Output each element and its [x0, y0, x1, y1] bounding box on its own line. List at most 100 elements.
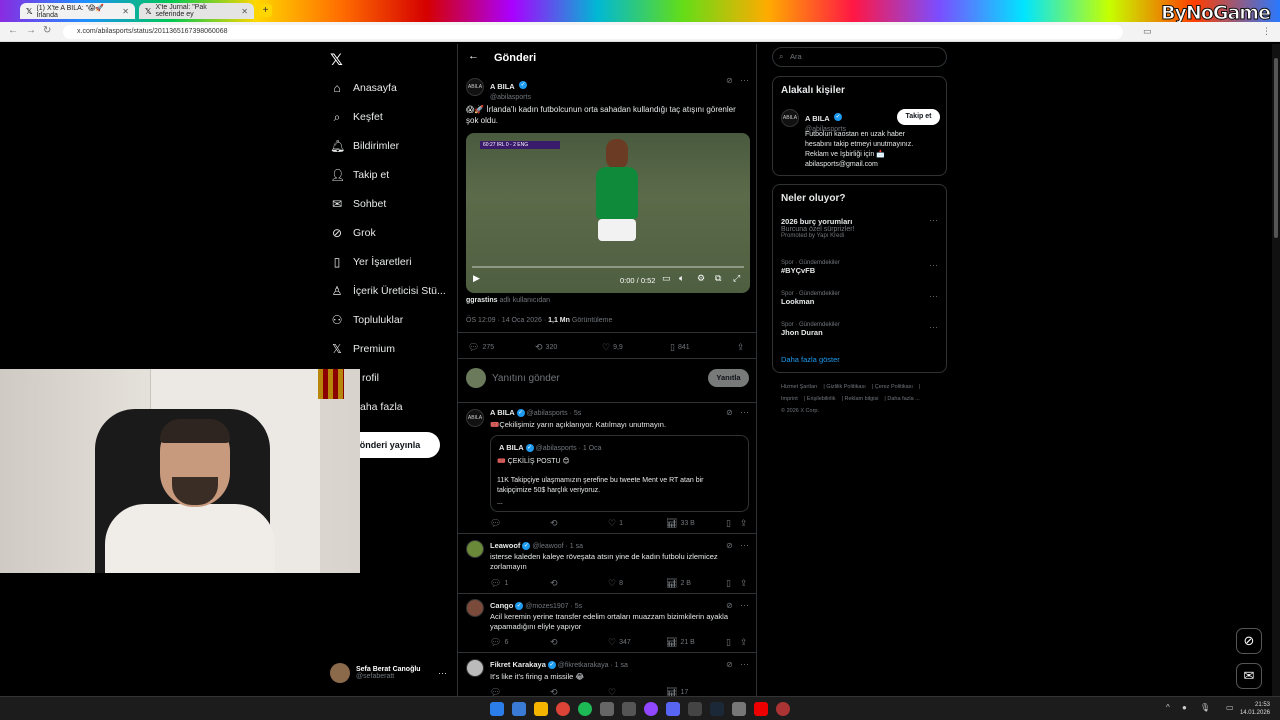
back-arrow-icon[interactable]: ← [8, 25, 18, 36]
reply-input[interactable]: Yanıtını gönder [492, 373, 560, 384]
avatar[interactable]: ABILA [466, 78, 484, 96]
footer-link[interactable]: Çerez Politikası [875, 384, 913, 390]
footer-link[interactable]: Reklam bilgisi [844, 396, 878, 402]
reply-action[interactable]: 💬︎ [490, 518, 504, 529]
post-author-block[interactable]: A BILA ✓ @abilasports [490, 76, 531, 101]
footer-link[interactable]: Gizlilik Politikası [826, 384, 865, 390]
back-arrow-icon[interactable]: ← [468, 50, 479, 62]
nav-item-bookmarks[interactable]: ▯ Yer İşaretleri [330, 252, 412, 272]
grok-icon[interactable]: ⊘ [726, 601, 733, 610]
avatar[interactable]: ABILA [466, 409, 484, 427]
nav-item-premium[interactable]: 𝕏 Premium [330, 339, 395, 359]
settings-icon[interactable]: ⚙ [697, 273, 705, 284]
bookmark-action[interactable]: ▯ [726, 518, 731, 529]
repost-action[interactable]: ⟲ [550, 637, 561, 648]
reply-action[interactable]: 💬︎ [490, 687, 501, 696]
nav-item-chat[interactable]: ✉ Sohbet [330, 194, 386, 214]
menu-icon[interactable]: ⋮ [1262, 26, 1271, 37]
app-icon[interactable] [776, 702, 790, 716]
views-action[interactable]: 📊︎ 33 B [666, 518, 695, 529]
twitch-icon[interactable] [644, 702, 658, 716]
avatar[interactable]: ABILA [781, 109, 799, 127]
account-switcher[interactable]: Sefa Berat Canoğlu @sefaberatt [330, 663, 421, 683]
views-action[interactable]: 📊︎ 21 B [666, 637, 695, 648]
like-action[interactable]: ♡ 8 [608, 578, 623, 589]
tray-app-icon[interactable]: ● [1182, 703, 1187, 712]
more-icon[interactable]: ··· [929, 260, 938, 270]
trend-item[interactable]: Spor · Gündemdekiler Lookman [781, 291, 840, 306]
grok-icon[interactable]: ⊘ [726, 408, 733, 417]
x-logo-icon[interactable]: 𝕏 [330, 50, 343, 70]
app-icon[interactable] [622, 702, 636, 716]
spotify-icon[interactable] [578, 702, 592, 716]
follow-button[interactable]: Takip et [897, 109, 940, 125]
repost-action[interactable]: ⟲ [550, 687, 558, 696]
more-icon[interactable]: ··· [740, 659, 749, 669]
avatar[interactable] [466, 659, 484, 677]
show-more-link[interactable]: Daha fazla göster [781, 355, 840, 364]
scrollbar[interactable] [1272, 44, 1280, 696]
pip-icon[interactable]: ⧉ [715, 273, 721, 284]
close-icon[interactable]: ✕ [241, 7, 248, 16]
chrome-icon[interactable] [556, 702, 570, 716]
like-action[interactable]: ♡ [608, 687, 616, 696]
bookmark-action[interactable]: ▯ 841 [670, 342, 690, 353]
tray-mic-icon[interactable]: 🎙︎ [1200, 703, 1210, 712]
network-icon[interactable]: ▭ [1226, 703, 1234, 712]
share-action[interactable]: ⇪ [740, 518, 748, 529]
steam-icon[interactable] [710, 702, 724, 716]
bookmark-action[interactable]: ▯ [726, 637, 731, 648]
search-input[interactable]: ⌕ Ara [772, 47, 947, 67]
more-icon[interactable]: ··· [740, 540, 749, 550]
repost-action[interactable]: ⟲ 320 [535, 342, 557, 353]
nav-item-profile[interactable]: rofil [362, 368, 379, 388]
bookmark-action[interactable]: ▯ [726, 578, 731, 589]
scrollbar-thumb[interactable] [1274, 58, 1278, 238]
youtube-icon[interactable] [754, 702, 768, 716]
footer-link[interactable]: Erişilebilirlik [807, 396, 836, 402]
nav-item-notifications[interactable]: 🔔︎ Bildirimler [330, 136, 399, 156]
like-action[interactable]: ♡ 1 [608, 518, 623, 529]
tray-chevron-icon[interactable]: ^ [1166, 703, 1170, 712]
app-icon[interactable] [688, 702, 702, 716]
like-action[interactable]: ♡ 347 [608, 637, 631, 648]
nav-item-explore[interactable]: ⌕ Keşfet [330, 107, 383, 127]
footer-link[interactable]: Daha fazla ... [887, 396, 919, 402]
messages-float-button[interactable]: ✉ [1236, 663, 1262, 689]
more-icon[interactable]: ··· [929, 291, 938, 301]
views-action[interactable]: 📊︎ 17 [666, 687, 688, 696]
avatar[interactable] [466, 599, 484, 617]
repost-action[interactable]: ⟲ [550, 518, 561, 529]
grok-icon[interactable]: ⊘ [726, 541, 733, 550]
url-field[interactable]: x.com/abilasports/status/201136516739806… [63, 25, 1123, 39]
like-action[interactable]: ♡ 9,9 [602, 342, 623, 353]
captions-icon[interactable]: ▭ [662, 273, 671, 284]
trend-item[interactable]: Spor · Gündemdekiler #BYÇvFB [781, 260, 840, 275]
nav-item-grok[interactable]: ⊘ Grok [330, 223, 376, 243]
browser-tab-active[interactable]: 𝕏 (1) X'te A BILA: "😱🚀 İrlanda ✕ [20, 3, 135, 19]
share-action[interactable]: ⇪ [740, 637, 748, 648]
quoted-post[interactable]: A BILA ✓ @abilasports · 1 Oca 🎟️ ÇEKİLİŞ… [490, 435, 749, 512]
grok-icon[interactable]: ⊘ [726, 660, 733, 669]
browser-tab[interactable]: 𝕏 X'te Jurnal: "Pak seferinde ey ✕ [139, 3, 254, 19]
cast-icon[interactable]: ▭ [1143, 26, 1152, 37]
footer-link[interactable]: Hizmet Şartları [781, 384, 817, 390]
app-icon[interactable] [732, 702, 746, 716]
share-action[interactable]: ⇪ [737, 342, 745, 353]
reply-action[interactable]: 💬︎ 275 [468, 342, 494, 353]
reply-author-block[interactable]: Cango ✓ @mozes1907 · 5s [490, 601, 582, 611]
trend-item[interactable]: 2026 burç yorumları Burcuna özel sürpriz… [781, 217, 855, 239]
video-player[interactable]: 60:27 IRL 0 - 2 ENG ▶ 0:00 / 0:52 ▭ 🔈︎ ⚙… [466, 133, 750, 293]
share-action[interactable]: ⇪ [740, 578, 748, 589]
reply-action[interactable]: 💬︎ 6 [490, 637, 508, 648]
forward-arrow-icon[interactable]: → [26, 25, 36, 36]
avatar[interactable] [466, 540, 484, 558]
app-icon[interactable] [512, 702, 526, 716]
reply-author-block[interactable]: Fikret Karakaya ✓ @fikretkarakaya · 1 sa [490, 660, 628, 670]
nav-item-home[interactable]: ⌂ Anasayfa [330, 78, 396, 98]
more-icon[interactable]: ··· [740, 75, 749, 85]
more-icon[interactable]: ··· [929, 215, 938, 225]
views-action[interactable]: 📊︎ 2 B [666, 578, 691, 589]
reply-author-block[interactable]: A BILA ✓ @abilasports · 5s [490, 408, 581, 418]
more-icon[interactable]: ··· [929, 322, 938, 332]
